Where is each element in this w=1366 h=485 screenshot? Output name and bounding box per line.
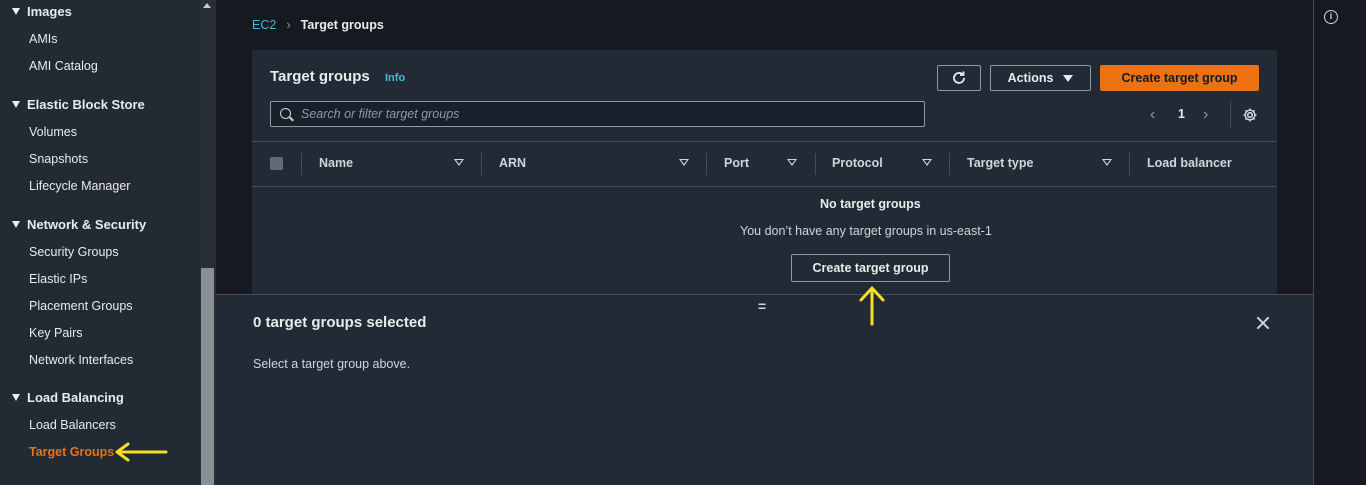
sidebar-item-snapshots[interactable]: Snapshots [29, 152, 88, 166]
page-title: Target groups [270, 68, 370, 85]
column-header-arn[interactable]: ARN [499, 156, 526, 170]
chevron-right-icon[interactable]: › [1203, 106, 1208, 124]
search-input[interactable]: Search or filter target groups [270, 101, 925, 127]
column-divider [481, 153, 482, 175]
chevron-left-icon[interactable]: ‹ [1150, 106, 1155, 124]
sidebar-item-network-interfaces[interactable]: Network Interfaces [29, 353, 133, 367]
info-icon[interactable]: i [1324, 10, 1338, 24]
caret-down-icon [12, 221, 20, 228]
sidebar-section-load-balancing[interactable]: Load Balancing [12, 390, 124, 405]
divider [1230, 101, 1231, 127]
sidebar-item-elastic-ips[interactable]: Elastic IPs [29, 272, 87, 286]
column-header-target-type[interactable]: Target type [967, 156, 1033, 170]
refresh-icon [953, 71, 965, 84]
annotation-arrow-left-icon [115, 442, 168, 462]
empty-state-title: No target groups [820, 197, 921, 211]
column-divider [1129, 153, 1130, 175]
split-panel-description: Select a target group above. [253, 357, 411, 371]
annotation-arrow-up-icon [859, 286, 885, 326]
scroll-up-arrow-icon[interactable] [203, 3, 211, 8]
sidebar-item-amis[interactable]: AMIs [29, 32, 57, 46]
refresh-button[interactable] [937, 65, 981, 91]
create-target-group-button[interactable]: Create target group [1100, 65, 1259, 91]
sidebar-item-placement-groups[interactable]: Placement Groups [29, 299, 133, 313]
empty-create-target-group-button[interactable]: Create target group [791, 254, 950, 282]
select-all-checkbox[interactable] [270, 157, 283, 170]
column-divider [301, 153, 302, 175]
column-header-name[interactable]: Name [319, 156, 353, 170]
table-header [252, 141, 1277, 187]
sidebar-section-ebs[interactable]: Elastic Block Store [12, 97, 145, 112]
sort-icon[interactable] [1102, 159, 1112, 166]
empty-state-description: You don’t have any target groups in us-e… [740, 224, 992, 238]
sort-icon[interactable] [787, 159, 797, 166]
caret-down-icon [12, 101, 20, 108]
page-number[interactable]: 1 [1178, 107, 1185, 121]
help-rail [1313, 0, 1366, 485]
breadcrumb-current: Target groups [300, 17, 384, 32]
sort-icon[interactable] [454, 159, 464, 166]
sidebar-section-network-security[interactable]: Network & Security [12, 217, 146, 232]
gear-icon[interactable] [1242, 107, 1258, 126]
caret-down-icon [1063, 74, 1074, 82]
info-link[interactable]: Info [385, 72, 405, 84]
sidebar-item-volumes[interactable]: Volumes [29, 125, 77, 139]
caret-down-icon [12, 8, 20, 15]
column-divider [949, 153, 950, 175]
sidebar: Images AMIs AMI Catalog Elastic Block St… [0, 0, 200, 485]
column-divider [706, 153, 707, 175]
search-icon [280, 108, 291, 119]
column-header-port[interactable]: Port [724, 156, 749, 170]
breadcrumb: EC2 › Target groups [252, 17, 384, 32]
actions-dropdown[interactable]: Actions [990, 65, 1091, 91]
sidebar-item-ami-catalog[interactable]: AMI Catalog [29, 59, 98, 73]
sidebar-item-lifecycle-manager[interactable]: Lifecycle Manager [29, 179, 130, 193]
column-header-load-balancer[interactable]: Load balancer [1147, 156, 1232, 170]
close-icon[interactable] [1256, 316, 1270, 330]
sort-icon[interactable] [922, 159, 932, 166]
sidebar-item-security-groups[interactable]: Security Groups [29, 245, 119, 259]
scrollbar-thumb[interactable] [201, 268, 214, 485]
column-divider [815, 153, 816, 175]
breadcrumb-ec2-link[interactable]: EC2 [252, 18, 276, 32]
sidebar-item-key-pairs[interactable]: Key Pairs [29, 326, 83, 340]
sidebar-section-images[interactable]: Images [12, 4, 72, 19]
caret-down-icon [12, 394, 20, 401]
sort-icon[interactable] [679, 159, 689, 166]
sidebar-item-target-groups[interactable]: Target Groups [29, 445, 114, 459]
chevron-right-icon: › [286, 17, 291, 32]
column-header-protocol[interactable]: Protocol [832, 156, 883, 170]
sidebar-item-load-balancers[interactable]: Load Balancers [29, 418, 116, 432]
split-panel-title: 0 target groups selected [253, 314, 427, 331]
resize-handle-icon[interactable]: = [758, 298, 766, 314]
